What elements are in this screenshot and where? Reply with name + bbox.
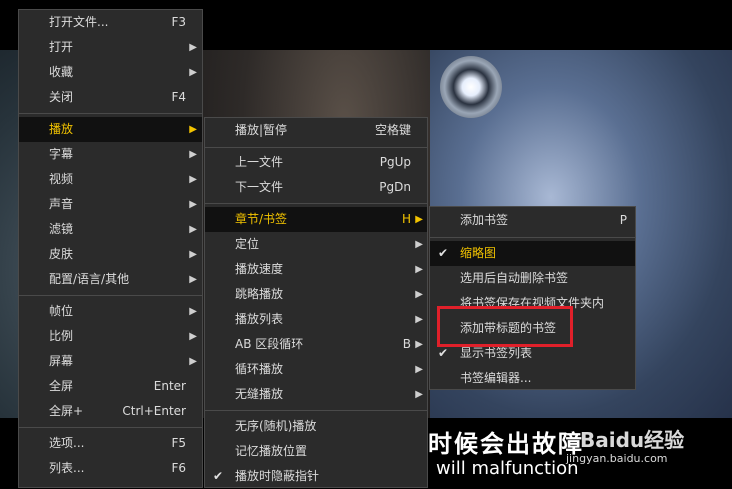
submenu-arrow-icon: ▶ (189, 67, 197, 78)
checkmark-icon: ✔ (213, 469, 224, 483)
submenu-arrow-icon: ▶ (189, 249, 197, 260)
menu-item-add-bookmark[interactable]: 添加书签 P (430, 208, 635, 233)
menu-item-loop-play[interactable]: 循环播放 ▶ (205, 357, 427, 382)
submenu-arrow-icon: ▶ (415, 239, 423, 250)
menu-item-play[interactable]: 播放 ▶ (19, 117, 202, 142)
play-submenu: 播放|暂停 空格键 上一文件 PgUp 下一文件 PgDn 章节/书签 H ▶ … (204, 117, 428, 488)
menu-item-favorites[interactable]: 收藏 ▶ (19, 60, 202, 85)
submenu-arrow-icon: ▶ (415, 389, 423, 400)
menu-item-aspect-ratio[interactable]: 比例 ▶ (19, 324, 202, 349)
bookmark-submenu: 添加书签 P ✔ 缩略图 选用后自动删除书签 将书签保存在视频文件夹内 添加带标… (429, 206, 636, 390)
subtitle-english: will malfunction (436, 458, 579, 479)
menu-item-video[interactable]: 视频 ▶ (19, 167, 202, 192)
menu-item-play-list[interactable]: 播放列表 ▶ (205, 307, 427, 332)
menu-item-open-file[interactable]: 打开文件... F3 (19, 10, 202, 35)
menu-separator (19, 427, 202, 428)
menu-item-seek[interactable]: 定位 ▶ (205, 232, 427, 257)
subtitle-chinese: 时候会出故障 (428, 430, 584, 458)
menu-item-seamless-play[interactable]: 无缝播放 ▶ (205, 382, 427, 407)
submenu-arrow-icon: ▶ (415, 214, 423, 225)
menu-item-shuffle-play[interactable]: 无序(随机)播放 (205, 414, 427, 439)
menu-separator (205, 410, 427, 411)
menu-item-screen[interactable]: 屏幕 ▶ (19, 349, 202, 374)
menu-item-next-file[interactable]: 下一文件 PgDn (205, 175, 427, 200)
menu-item-thumbnail[interactable]: ✔ 缩略图 (430, 241, 635, 266)
annotation-highlight-box (437, 306, 573, 347)
submenu-arrow-icon: ▶ (415, 289, 423, 300)
menu-separator (19, 295, 202, 296)
submenu-arrow-icon: ▶ (415, 364, 423, 375)
menu-item-close[interactable]: 关闭 F4 (19, 85, 202, 110)
submenu-arrow-icon: ▶ (189, 224, 197, 235)
menu-item-fullscreen-plus[interactable]: 全屏+ Ctrl+Enter (19, 399, 202, 424)
submenu-arrow-icon: ▶ (415, 314, 423, 325)
main-context-menu: 打开文件... F3 打开 ▶ 收藏 ▶ 关闭 F4 播放 ▶ 字幕 ▶ 视频 … (18, 9, 203, 488)
menu-item-config-language-other[interactable]: 配置/语言/其他 ▶ (19, 267, 202, 292)
menu-separator (19, 113, 202, 114)
submenu-arrow-icon: ▶ (189, 174, 197, 185)
menu-item-auto-delete-bookmark[interactable]: 选用后自动删除书签 (430, 266, 635, 291)
menu-item-chapters-bookmarks[interactable]: 章节/书签 H ▶ (205, 207, 427, 232)
menu-item-skins[interactable]: 皮肤 ▶ (19, 242, 202, 267)
submenu-arrow-icon: ▶ (189, 149, 197, 160)
menu-item-filters[interactable]: 滤镜 ▶ (19, 217, 202, 242)
menu-item-remember-position[interactable]: 记忆播放位置 (205, 439, 427, 464)
submenu-arrow-icon: ▶ (415, 264, 423, 275)
menu-item-skip-play[interactable]: 跳略播放 ▶ (205, 282, 427, 307)
menu-separator (430, 237, 635, 238)
submenu-arrow-icon: ▶ (415, 339, 423, 350)
menu-item-audio[interactable]: 声音 ▶ (19, 192, 202, 217)
menu-item-play-pause[interactable]: 播放|暂停 空格键 (205, 118, 427, 143)
submenu-arrow-icon: ▶ (189, 42, 197, 53)
checkmark-icon: ✔ (438, 246, 449, 260)
menu-item-hide-cursor[interactable]: ✔ 播放时隐蔽指针 (205, 464, 427, 489)
menu-item-playback-speed[interactable]: 播放速度 ▶ (205, 257, 427, 282)
menu-item-open[interactable]: 打开 ▶ (19, 35, 202, 60)
submenu-arrow-icon: ▶ (189, 306, 197, 317)
menu-item-ab-loop[interactable]: AB 区段循环 B ▶ (205, 332, 427, 357)
robot-lens (440, 56, 502, 118)
menu-separator (205, 203, 427, 204)
menu-item-options[interactable]: 选项... F5 (19, 431, 202, 456)
menu-item-fullscreen[interactable]: 全屏 Enter (19, 374, 202, 399)
menu-item-bookmark-editor[interactable]: 书签编辑器... (430, 366, 635, 391)
menu-item-previous-file[interactable]: 上一文件 PgUp (205, 150, 427, 175)
watermark-url: jingyan.baidu.com (566, 452, 668, 465)
menu-item-frame[interactable]: 帧位 ▶ (19, 299, 202, 324)
submenu-arrow-icon: ▶ (189, 124, 197, 135)
submenu-arrow-icon: ▶ (189, 356, 197, 367)
menu-separator (205, 147, 427, 148)
submenu-arrow-icon: ▶ (189, 274, 197, 285)
submenu-arrow-icon: ▶ (189, 331, 197, 342)
submenu-arrow-icon: ▶ (189, 199, 197, 210)
watermark-logo: Baidu经验 (580, 428, 685, 452)
menu-item-subtitles[interactable]: 字幕 ▶ (19, 142, 202, 167)
menu-item-playlist[interactable]: 列表... F6 (19, 456, 202, 481)
